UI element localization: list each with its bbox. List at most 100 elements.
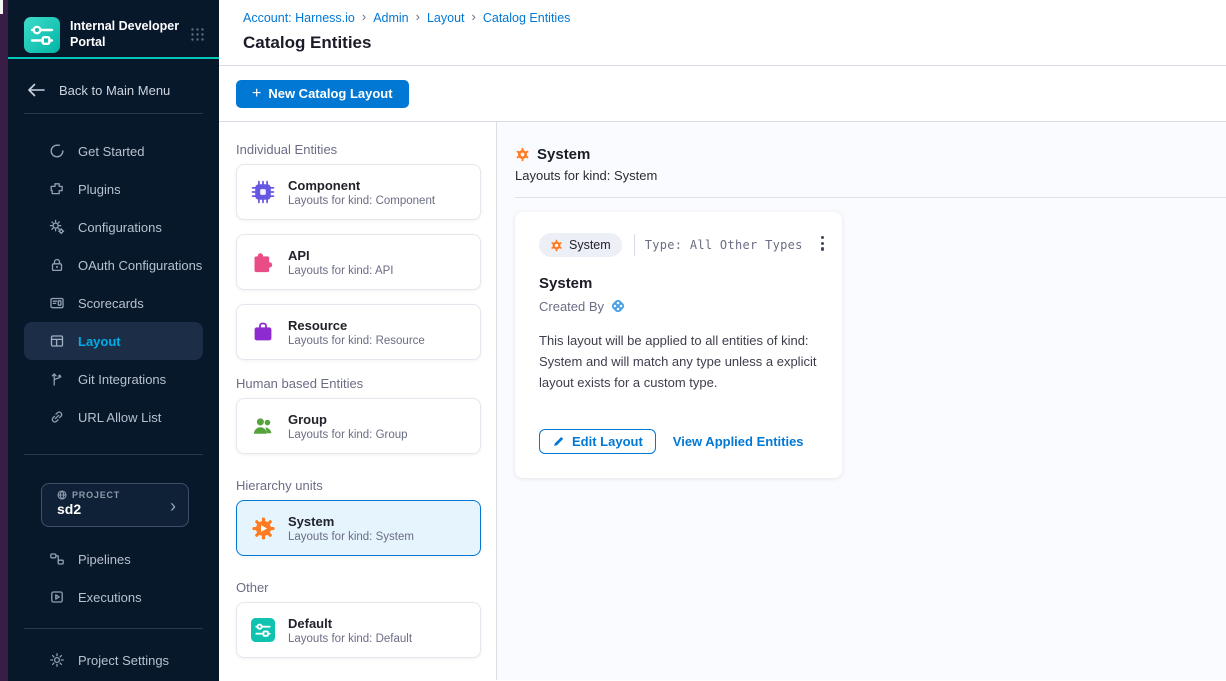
page-header: Account: Harness.io › Admin › Layout › C… <box>219 0 1226 66</box>
edit-layout-button[interactable]: Edit Layout <box>539 429 656 454</box>
entity-card-subtitle: Layouts for kind: Resource <box>288 335 425 347</box>
git-branch-icon <box>48 371 65 387</box>
project-selector[interactable]: PROJECT sd2 › <box>41 483 189 527</box>
detail-title: System <box>537 146 590 163</box>
breadcrumb-separator: › <box>472 9 476 24</box>
detail-panel: System Layouts for kind: System <box>497 122 1226 680</box>
layout-card-badge-row: System Type: All Other Types <box>539 233 818 257</box>
layout-card-description: This layout will be applied to all entit… <box>539 330 819 393</box>
project-name: sd2 <box>57 501 178 517</box>
breadcrumb-separator: › <box>416 9 420 24</box>
sidebar-item-label: OAuth Configurations <box>78 258 202 273</box>
detail-heading-row: System <box>515 146 1226 163</box>
detail-subheading: Layouts for kind: System <box>515 168 1226 183</box>
window-edge-notch <box>0 0 3 14</box>
project-cube-icon <box>57 490 67 500</box>
sidebar-nav: Get Started Plugins Configurations <box>8 132 219 436</box>
system-gear-icon <box>250 515 276 541</box>
section-heading: Individual Entities <box>236 142 480 157</box>
entity-card-title: Default <box>288 616 412 631</box>
sidebar-item-pipelines[interactable]: Pipelines <box>24 540 203 578</box>
sidebar-divider <box>24 113 203 114</box>
entity-card-api[interactable]: API Layouts for kind: API <box>236 234 481 290</box>
entity-card-group[interactable]: Group Layouts for kind: Group <box>236 398 481 454</box>
sidebar-item-url-allow-list[interactable]: URL Allow List <box>24 398 203 436</box>
sidebar-item-layout[interactable]: Layout <box>24 322 203 360</box>
plugins-icon <box>48 181 65 197</box>
project-label-row: PROJECT <box>57 490 178 500</box>
sidebar-logo-row: Internal Developer Portal <box>8 0 219 59</box>
entity-card-subtitle: Layouts for kind: API <box>288 265 393 277</box>
layout-card-system: System Type: All Other Types System Crea… <box>515 212 842 478</box>
sidebar-divider <box>24 628 203 629</box>
breadcrumb-catalog-entities[interactable]: Catalog Entities <box>483 11 571 25</box>
view-applied-entities-link[interactable]: View Applied Entities <box>673 434 804 449</box>
created-by-row: Created By <box>539 298 818 314</box>
breadcrumb-admin[interactable]: Admin <box>373 11 408 25</box>
breadcrumb-account[interactable]: Account: Harness.io <box>243 11 355 25</box>
entity-card-component[interactable]: Component Layouts for kind: Component <box>236 164 481 220</box>
plus-icon: + <box>252 85 261 103</box>
sidebar-item-label: Scorecards <box>78 296 144 311</box>
entity-list-panel: Individual Entities Component Layouts fo… <box>219 122 497 680</box>
layout-icon <box>48 333 65 349</box>
entity-card-default[interactable]: Default Layouts for kind: Default <box>236 602 481 658</box>
layout-card-title: System <box>539 275 818 292</box>
component-chip-icon <box>250 179 276 205</box>
sidebar-item-label: Configurations <box>78 220 162 235</box>
page-title: Catalog Entities <box>243 33 1226 53</box>
layout-card-actions: Edit Layout View Applied Entities <box>539 429 818 454</box>
sidebar-item-executions[interactable]: Executions <box>24 578 203 616</box>
entity-card-title: API <box>288 248 393 263</box>
entity-card-title: System <box>288 514 414 529</box>
sidebar-item-configurations[interactable]: Configurations <box>24 208 203 246</box>
sidebar-item-label: URL Allow List <box>78 410 161 425</box>
sidebar-item-oauth-configurations[interactable]: OAuth Configurations <box>24 246 203 284</box>
created-by-label: Created By <box>539 299 604 314</box>
back-to-main-menu[interactable]: Back to Main Menu <box>28 79 203 101</box>
kebab-menu-icon[interactable] <box>817 232 828 255</box>
new-catalog-layout-button[interactable]: + New Catalog Layout <box>236 80 409 108</box>
breadcrumb: Account: Harness.io › Admin › Layout › C… <box>243 10 1226 25</box>
api-puzzle-icon <box>250 249 276 275</box>
entity-card-resource[interactable]: Resource Layouts for kind: Resource <box>236 304 481 360</box>
toolbar: + New Catalog Layout <box>219 66 1226 122</box>
executions-play-icon <box>48 589 65 605</box>
configurations-gears-icon <box>48 219 65 235</box>
detail-divider <box>515 197 1226 198</box>
oauth-lock-icon <box>48 257 65 273</box>
default-logo-icon <box>250 617 276 643</box>
kind-badge: System <box>539 233 622 257</box>
kind-badge-label: System <box>569 238 611 252</box>
back-label: Back to Main Menu <box>59 83 170 98</box>
entity-card-system[interactable]: System Layouts for kind: System <box>236 500 481 556</box>
sidebar-nav-project: Pipelines Executions <box>8 540 219 616</box>
new-catalog-layout-label: New Catalog Layout <box>268 86 392 101</box>
sidebar-item-project-settings[interactable]: Project Settings <box>24 641 203 679</box>
app-title: Internal Developer Portal <box>70 19 180 50</box>
app-switcher-grid-icon[interactable] <box>190 27 205 42</box>
entity-card-subtitle: Layouts for kind: Default <box>288 633 412 645</box>
sidebar-item-label: Project Settings <box>78 653 169 668</box>
pipelines-icon <box>48 551 65 567</box>
vertical-separator <box>634 234 635 256</box>
breadcrumb-separator: › <box>362 9 366 24</box>
sidebar-item-scorecards[interactable]: Scorecards <box>24 284 203 322</box>
sidebar-item-get-started[interactable]: Get Started <box>24 132 203 170</box>
entity-card-title: Component <box>288 178 435 193</box>
sidebar-item-plugins[interactable]: Plugins <box>24 170 203 208</box>
content: Individual Entities Component Layouts fo… <box>219 122 1226 680</box>
entity-card-subtitle: Layouts for kind: System <box>288 531 414 543</box>
breadcrumb-layout[interactable]: Layout <box>427 11 465 25</box>
sidebar-divider <box>24 454 203 455</box>
entity-card-subtitle: Layouts for kind: Group <box>288 429 408 441</box>
entity-card-title: Resource <box>288 318 425 333</box>
main-area: Account: Harness.io › Admin › Layout › C… <box>219 0 1226 681</box>
type-text: Type: All Other Types <box>645 238 803 252</box>
link-chain-icon <box>48 409 65 425</box>
system-gear-icon <box>550 239 563 252</box>
sidebar-item-git-integrations[interactable]: Git Integrations <box>24 360 203 398</box>
sidebar-item-label: Pipelines <box>78 552 131 567</box>
sidebar-item-label: Executions <box>78 590 142 605</box>
sidebar-item-label: Layout <box>78 334 121 349</box>
